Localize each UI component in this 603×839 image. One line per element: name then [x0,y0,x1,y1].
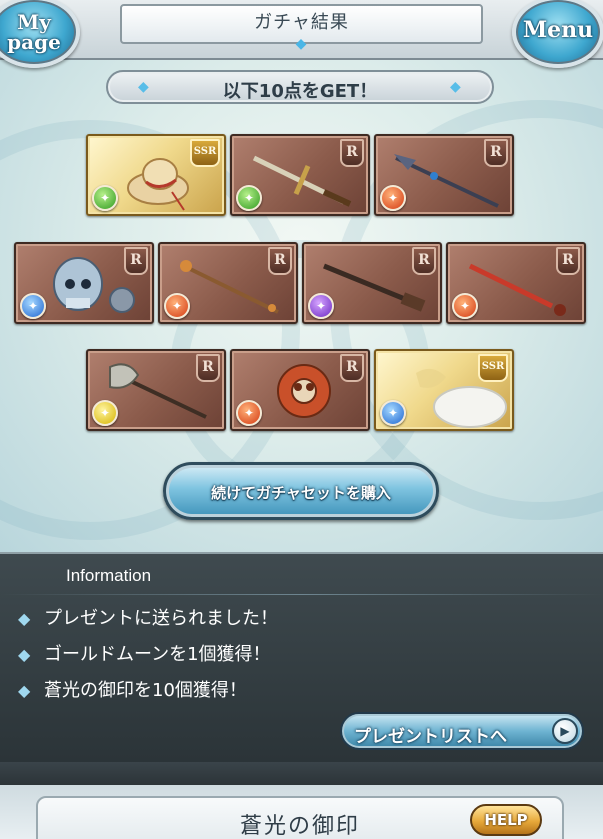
item-card-blade[interactable]: R ✦ [446,242,586,324]
gem-icon: ◆ [18,645,31,664]
info-line-text: プレゼントに送られました！ [44,608,278,629]
dark-icon: ✦ [308,293,334,319]
water-icon: ✦ [20,293,46,319]
gem-icon: ◆ [18,609,31,628]
mypage-label-line2: page [7,30,61,54]
gem-icon: ◆ [295,36,307,52]
wind-icon: ✦ [92,185,118,211]
arrow-right-icon: ▶ [552,718,578,744]
item-card-disc[interactable]: R ✦ [230,349,370,431]
item-card-spear[interactable]: R ✦ [374,134,514,216]
menu-button[interactable]: Menu [512,0,603,68]
rarity-badge: R [556,247,580,275]
mypage-label-line1: My [17,10,51,34]
present-list-label: プレゼントリストへ [354,727,507,747]
item-card-axe[interactable]: R ✦ [86,349,226,431]
rarity-badge: SSR [478,354,508,382]
water-icon: ✦ [380,400,406,426]
bottom-area: 蒼光の御印 HELP [0,762,603,839]
diamond-icon: ◆ [450,79,461,95]
item-card-gun[interactable]: R ✦ [302,242,442,324]
gem-icon: ◆ [18,681,31,700]
info-line-text: ゴールドムーンを1個獲得！ [44,644,271,665]
information-heading: Information [66,566,152,585]
rarity-badge: R [340,139,364,167]
item-card-creature[interactable]: SSR ✦ [374,349,514,431]
rarity-badge: R [484,139,508,167]
help-button[interactable]: HELP [470,804,542,836]
wind-icon: ✦ [236,185,262,211]
item-card-skeleton[interactable]: R ✦ [14,242,154,324]
rarity-badge: R [268,247,292,275]
item-card-sword[interactable]: R ✦ [230,134,370,216]
rarity-badge: SSR [190,139,220,167]
fire-icon: ✦ [164,293,190,319]
light-icon: ✦ [92,400,118,426]
item-card-hat[interactable]: SSR ✦ [86,134,226,216]
fire-icon: ✦ [452,293,478,319]
result-banner-text: 以下10点をGET！ [222,81,378,102]
result-banner: ◆ 以下10点をGET！ ◆ [106,70,494,104]
fire-icon: ✦ [236,400,262,426]
information-panel: Information ◆ プレゼントに送られました！ ◆ ゴールドムーンを1個獲得… [0,552,603,762]
present-list-button[interactable]: プレゼントリストへ ▶ [340,712,584,750]
page-title: ガチャ結果 [254,12,349,33]
rarity-badge: R [340,354,364,382]
info-line: ◆ ゴールドムーンを1個獲得！ [18,640,271,666]
buy-gacha-set-button[interactable]: 続けてガチャセットを購入 [163,462,439,520]
fire-icon: ✦ [380,185,406,211]
item-card-staff[interactable]: R ✦ [158,242,298,324]
rarity-badge: R [124,247,148,275]
divider [0,594,603,595]
rarity-badge: R [196,354,220,382]
info-line-text: 蒼光の御印を10個獲得！ [44,680,247,701]
info-line: ◆ プレゼントに送られました！ [18,604,278,630]
info-line: ◆ 蒼光の御印を10個獲得！ [18,676,247,702]
rarity-badge: R [412,247,436,275]
buy-gacha-set-label: 続けてガチャセットを購入 [211,484,391,502]
